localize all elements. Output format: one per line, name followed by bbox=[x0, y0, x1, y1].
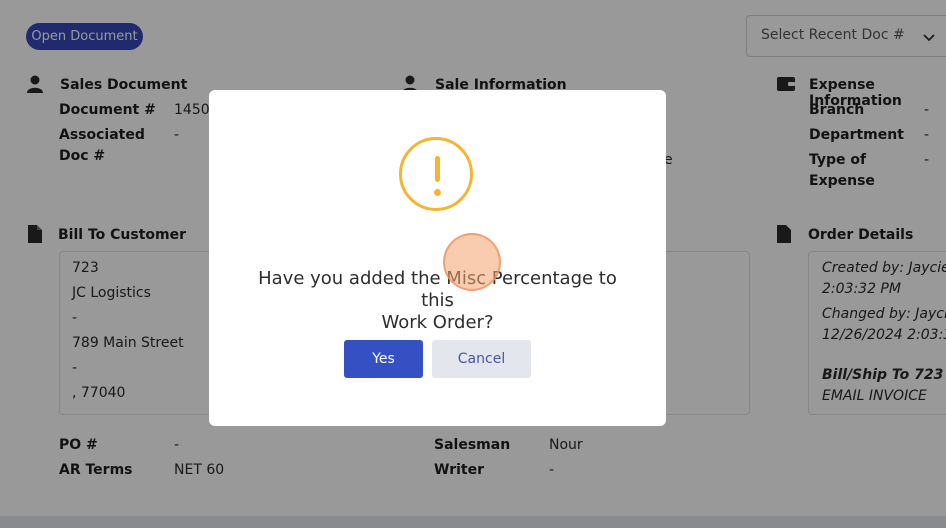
dialog-message-line-2: Work Order? bbox=[381, 312, 494, 333]
dialog-message: Have you added the Misc Percentage to th… bbox=[239, 268, 636, 334]
click-indicator bbox=[443, 233, 501, 291]
dialog-message-line-1: Have you added the Misc Percentage to th… bbox=[258, 268, 617, 311]
warning-icon bbox=[399, 137, 473, 211]
confirm-dialog: Have you added the Misc Percentage to th… bbox=[209, 90, 666, 426]
yes-button[interactable]: Yes bbox=[344, 340, 423, 378]
cancel-button[interactable]: Cancel bbox=[432, 340, 531, 378]
